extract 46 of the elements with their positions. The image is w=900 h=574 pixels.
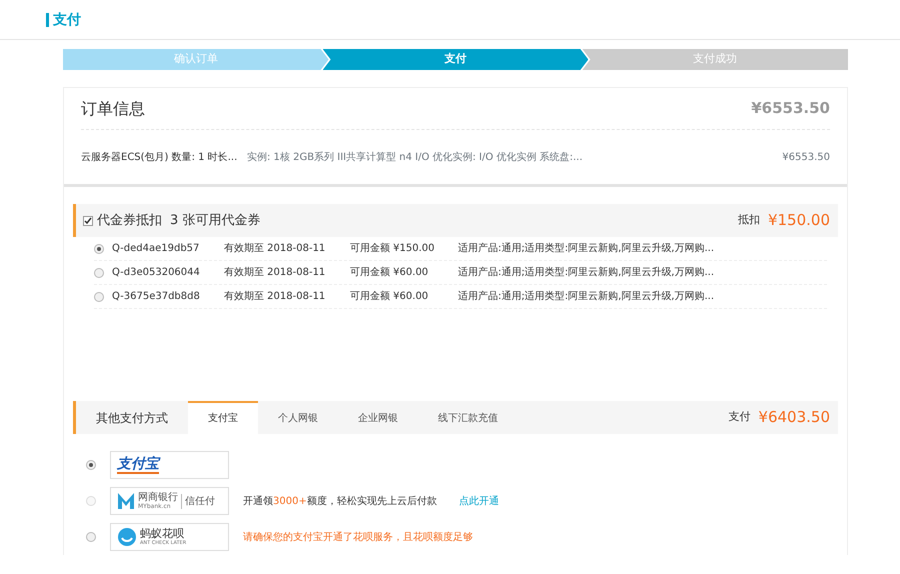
voucher-code: Q-3675e37db8d8 — [112, 290, 201, 304]
voucher-scope: 适用产品:通用;适用类型:阿里云新购,阿里云升级,万网购... — [458, 242, 714, 256]
expiry-date: 有效期至 2018-08-11 — [224, 242, 326, 256]
voucher-scope: 适用产品:通用;适用类型:阿里云新购,阿里云升级,万网购... — [458, 290, 714, 304]
payment-tab[interactable]: 企业网银 — [338, 401, 418, 434]
voucher-count: 3 张可用代金券 — [170, 212, 262, 230]
voucher-amount: 可用金额 ¥150.00 — [350, 242, 436, 256]
warning-text: 请确保您的支付宝开通了花呗服务，且花呗额度足够 — [243, 530, 473, 544]
logo-text: 网商银行 — [138, 492, 178, 503]
section-title: 代金券抵扣 — [97, 212, 162, 230]
item-price: ¥6553.50 — [782, 150, 830, 164]
logo-text: 信任付 — [181, 494, 215, 508]
payment-tab[interactable]: 支付宝 — [188, 401, 258, 434]
voucher-checkbox[interactable] — [83, 216, 93, 226]
payment-tab[interactable]: 线下汇款充值 — [418, 401, 518, 434]
radio-button[interactable] — [86, 460, 96, 470]
voucher-scope: 适用产品:通用;适用类型:阿里云新购,阿里云升级,万网购... — [458, 266, 714, 280]
payment-tab[interactable]: 个人网银 — [258, 401, 338, 434]
logo-text: 蚂蚁花呗 — [140, 528, 185, 540]
section-title: 其他支付方式 — [95, 410, 169, 426]
voucher-code: Q-d3e053206044 — [112, 266, 201, 280]
radio-button[interactable] — [94, 292, 104, 302]
promo-text: 开通领3000+额度，轻松实现先上云后付款 — [243, 494, 437, 508]
huabei-logo-icon — [117, 527, 137, 547]
payment-logo[interactable]: 支付宝 — [110, 451, 229, 479]
section-title: 订单信息 — [81, 98, 145, 120]
deduct-amount: ¥150.00 — [768, 210, 830, 232]
expiry-date: 有效期至 2018-08-11 — [224, 266, 326, 280]
expiry-date: 有效期至 2018-08-11 — [224, 290, 326, 304]
radio-button[interactable] — [86, 532, 96, 542]
voucher-code: Q-ded4ae19db57 — [112, 242, 200, 256]
deduct-label: 抵扣 — [738, 212, 760, 228]
product-spec: 实例: 1核 2GB系列 III共享计算型 n4 I/O 优化实例: I/O 优化实例 系统盘:... — [247, 150, 584, 164]
voucher-amount: 可用金额 ¥60.00 — [350, 290, 430, 304]
voucher-amount: 可用金额 ¥60.00 — [350, 266, 430, 280]
product-name: 云服务器ECS(包月) 数量: 1 时长... — [81, 150, 238, 164]
progress-step: 支付 — [322, 49, 588, 70]
pay-amount: ¥6403.50 — [758, 407, 830, 428]
progress-step: 确认订单 — [63, 49, 329, 70]
radio-button[interactable] — [94, 244, 104, 254]
logo-text: 支付宝 — [117, 456, 159, 474]
page-title: 支付 — [46, 12, 81, 26]
radio-button[interactable] — [94, 268, 104, 278]
bank-logo-icon — [117, 492, 135, 510]
order-total: ¥6553.50 — [751, 98, 830, 120]
pay-label: 支付 — [728, 409, 750, 426]
